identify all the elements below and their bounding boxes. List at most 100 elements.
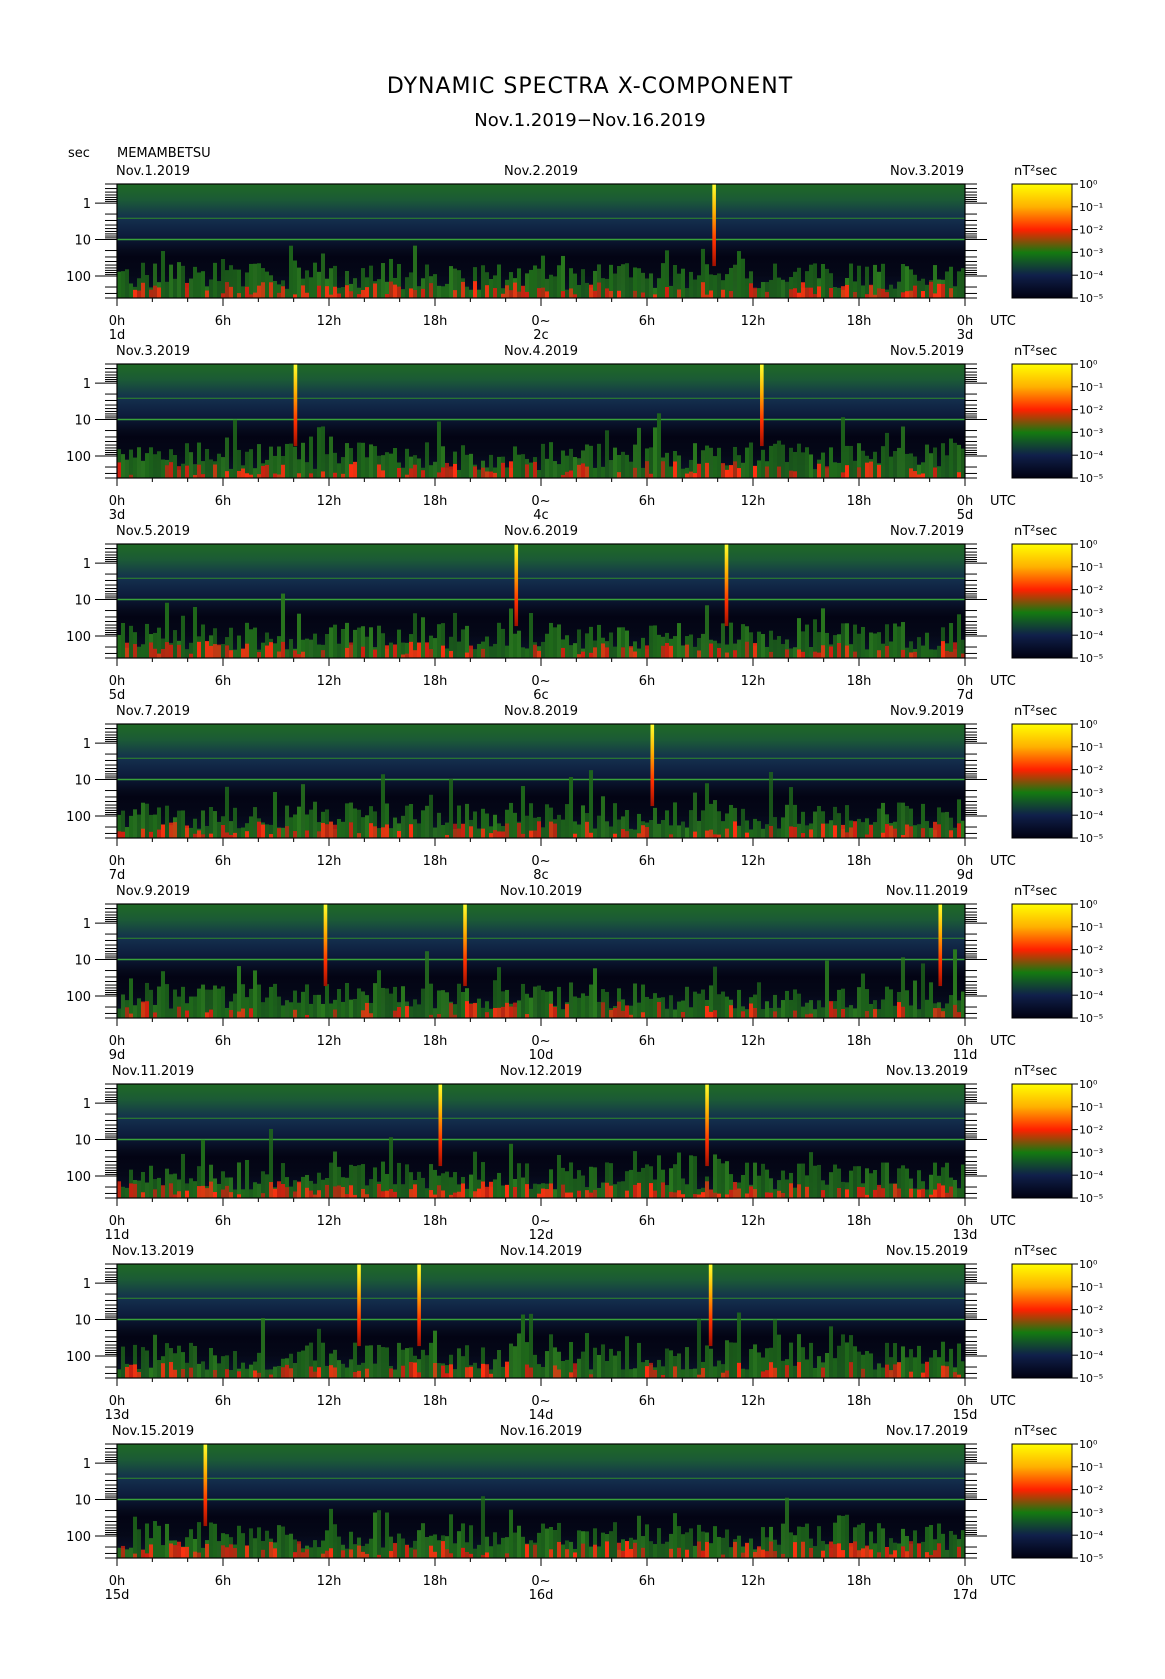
activity-red [781,1192,785,1198]
x-tick-label: 0h [109,854,126,869]
activity-red [349,822,353,838]
activity-red [513,282,517,298]
activity-burst [545,1351,549,1378]
activity-burst [629,1369,633,1378]
activity-burst [209,279,213,298]
activity-burst [569,645,573,658]
activity-burst [817,1356,821,1378]
activity-burst [665,452,669,478]
activity-red [305,292,309,298]
activity-burst [245,1368,249,1378]
colorbar-label: 10⁻⁵ [1079,832,1103,845]
activity-red [773,1011,777,1018]
activity-burst [329,1003,333,1018]
activity-red [765,466,769,478]
activity-red [241,1008,245,1018]
activity-red [893,1550,897,1558]
activity-red [137,290,141,298]
utc-label: UTC [990,1214,1016,1229]
activity-burst [625,1336,629,1378]
activity-burst [713,456,717,478]
activity-red [281,464,285,478]
activity-burst [325,634,329,658]
activity-burst [617,627,621,658]
activity-red [729,1189,733,1198]
x-tick-label: 12h [317,854,342,869]
activity-burst [369,265,373,298]
activity-burst [321,253,325,298]
activity-red [477,1188,481,1198]
activity-burst [597,1546,601,1558]
activity-red [789,289,793,298]
activity-burst [529,1540,533,1558]
activity-burst [869,1173,873,1198]
activity-burst [585,633,589,658]
activity-red [709,1189,713,1198]
activity-burst [609,1531,613,1558]
activity-burst [465,454,469,478]
activity-burst [265,1174,269,1198]
activity-burst [865,1168,869,1198]
activity-burst [469,1525,473,1558]
activity-red [481,828,485,838]
activity-red [673,1366,677,1378]
activity-red [949,651,953,658]
activity-burst [549,274,553,298]
activity-burst [665,810,669,838]
activity-burst [581,993,585,1018]
activity-burst [345,982,349,1018]
activity-burst [437,1363,441,1378]
x-tick-label: 12h [317,314,342,329]
activity-red [321,1553,325,1558]
activity-red [801,1541,805,1558]
activity-red [789,826,793,838]
activity-red [561,291,565,298]
activity-burst [905,453,909,478]
activity-burst [429,465,433,478]
activity-red [905,824,909,838]
y-tick-label: 1 [83,557,91,572]
activity-burst [177,1345,181,1378]
activity-burst [717,1158,721,1198]
activity-red [937,824,941,838]
activity-burst [453,612,457,658]
y-tick-label: 1 [83,197,91,212]
activity-burst [473,811,477,838]
activity-burst [633,1368,637,1378]
activity-burst [277,996,281,1018]
activity-burst [797,993,801,1018]
activity-burst [649,447,653,478]
activity-burst [761,634,765,658]
activity-burst [945,271,949,298]
activity-burst [257,984,261,1018]
activity-burst [145,623,149,658]
spectrum-panel: Nov.11.2019 Nov.12.2019 Nov.13.20191101000… [66,1064,1104,1243]
colorbar [1011,183,1073,299]
activity-red [389,1368,393,1378]
x-tick-label: 6h [215,494,232,509]
y-tick-label: 10 [74,414,91,429]
activity-red [769,1541,773,1558]
activity-burst [137,814,141,838]
day-label: 5d [957,508,974,523]
activity-burst [597,815,601,838]
activity-red [705,462,709,478]
activity-red [145,1553,149,1558]
activity-burst [465,286,469,298]
activity-burst [221,259,225,298]
activity-burst [461,991,465,1018]
colorbar-label: 10⁻² [1079,224,1103,237]
activity-red [329,821,333,838]
activity-red [617,472,621,478]
activity-burst [657,278,661,298]
activity-burst [517,1000,521,1018]
colorbar-label: 10⁰ [1079,1258,1098,1271]
activity-burst [189,278,193,298]
spectrum-panel: Nov.3.2019 Nov.4.2019 Nov.5.20191101000h 6h… [66,344,1104,523]
activity-burst [809,1342,813,1378]
activity-red [957,472,961,478]
activity-burst [853,460,857,478]
panel-start-date: Nov.15.2019 [112,1424,194,1439]
activity-burst [805,825,809,838]
activity-burst [537,1364,541,1378]
